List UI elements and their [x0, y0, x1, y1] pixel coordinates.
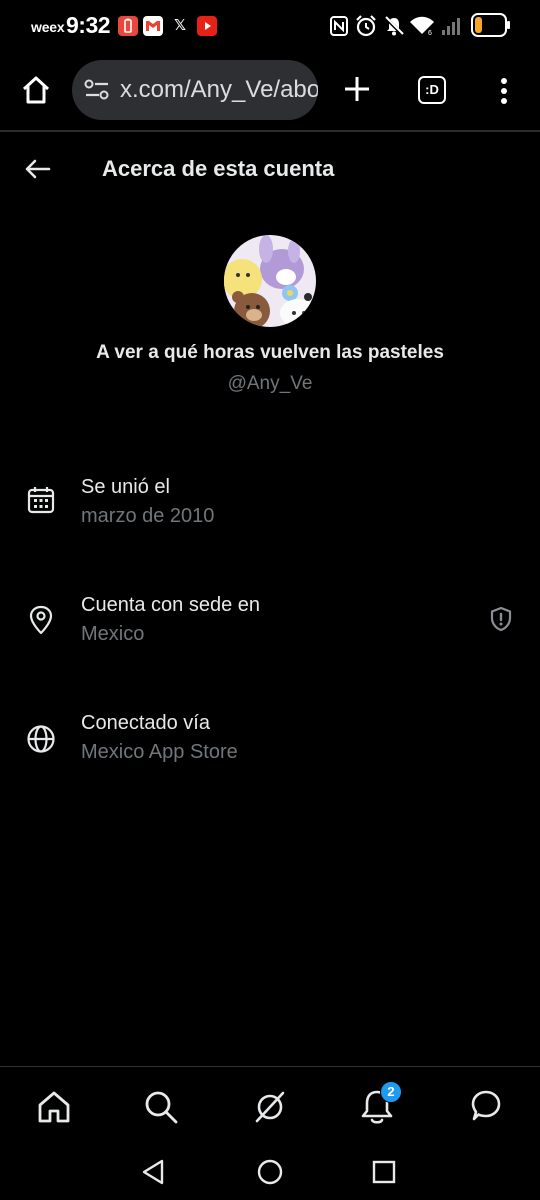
x-icon: 𝕏 — [173, 17, 187, 34]
info-label: Cuenta con sede en — [81, 594, 261, 616]
recents-square-icon[interactable] — [370, 1158, 398, 1186]
messages-icon[interactable] — [466, 1087, 506, 1127]
back-arrow-icon[interactable] — [22, 154, 52, 184]
grok-icon[interactable] — [250, 1087, 290, 1127]
site-settings-icon[interactable] — [84, 78, 110, 102]
alarm-icon — [356, 15, 376, 37]
nfc-icon — [330, 16, 348, 36]
tab-switcher-button[interactable]: :D — [418, 76, 446, 104]
battery-saver-icon — [118, 16, 138, 36]
joined-date-row: Se unió el marzo de 2010 — [0, 468, 540, 548]
status-bar: weex 9:32 𝕏 6 — [0, 0, 540, 52]
location-pin-icon — [29, 605, 53, 635]
bottom-navigation: 2 — [0, 1066, 540, 1144]
account-location-row: Cuenta con sede en Mexico — [0, 586, 540, 666]
system-navigation-bar — [0, 1144, 540, 1200]
clock: 9:32 — [66, 12, 111, 38]
search-icon[interactable] — [141, 1087, 181, 1127]
calendar-icon — [27, 487, 55, 514]
mute-icon — [383, 15, 405, 37]
signal-icon — [442, 18, 460, 35]
url-text[interactable]: x.com/Any_Ve/about — [120, 76, 318, 104]
home-circle-icon[interactable] — [256, 1158, 284, 1186]
wifi-icon: 6 — [410, 16, 434, 36]
new-tab-icon[interactable] — [342, 74, 372, 104]
page-title: Acerca de esta cuenta — [102, 156, 335, 181]
globe-icon — [27, 725, 55, 753]
battery-icon — [471, 13, 510, 37]
carrier-label: weex — [31, 19, 65, 35]
youtube-icon — [197, 16, 217, 36]
shield-icon[interactable] — [489, 606, 513, 632]
home-icon[interactable] — [20, 74, 52, 106]
username-handle: @Any_Ve — [227, 373, 313, 394]
address-bar[interactable]: x.com/Any_Ve/about — [72, 60, 318, 120]
browser-toolbar: x.com/Any_Ve/about :D — [0, 52, 540, 132]
info-value: Mexico — [81, 623, 145, 645]
home-icon[interactable] — [34, 1087, 74, 1127]
info-label: Se unió el — [81, 476, 170, 498]
info-value: marzo de 2010 — [81, 505, 215, 527]
connected-via-row: Conectado vía Mexico App Store — [0, 704, 540, 784]
gmail-icon — [143, 16, 163, 36]
info-value: Mexico App Store — [81, 741, 238, 763]
avatar[interactable] — [224, 235, 316, 327]
info-label: Conectado vía — [81, 712, 210, 734]
back-triangle-icon[interactable] — [140, 1158, 168, 1186]
notification-badge: 2 — [380, 1081, 402, 1103]
display-name: A ver a qué horas vuelven las pasteles — [96, 342, 444, 363]
more-options-icon[interactable] — [494, 76, 514, 106]
svg-text:6: 6 — [428, 30, 432, 36]
